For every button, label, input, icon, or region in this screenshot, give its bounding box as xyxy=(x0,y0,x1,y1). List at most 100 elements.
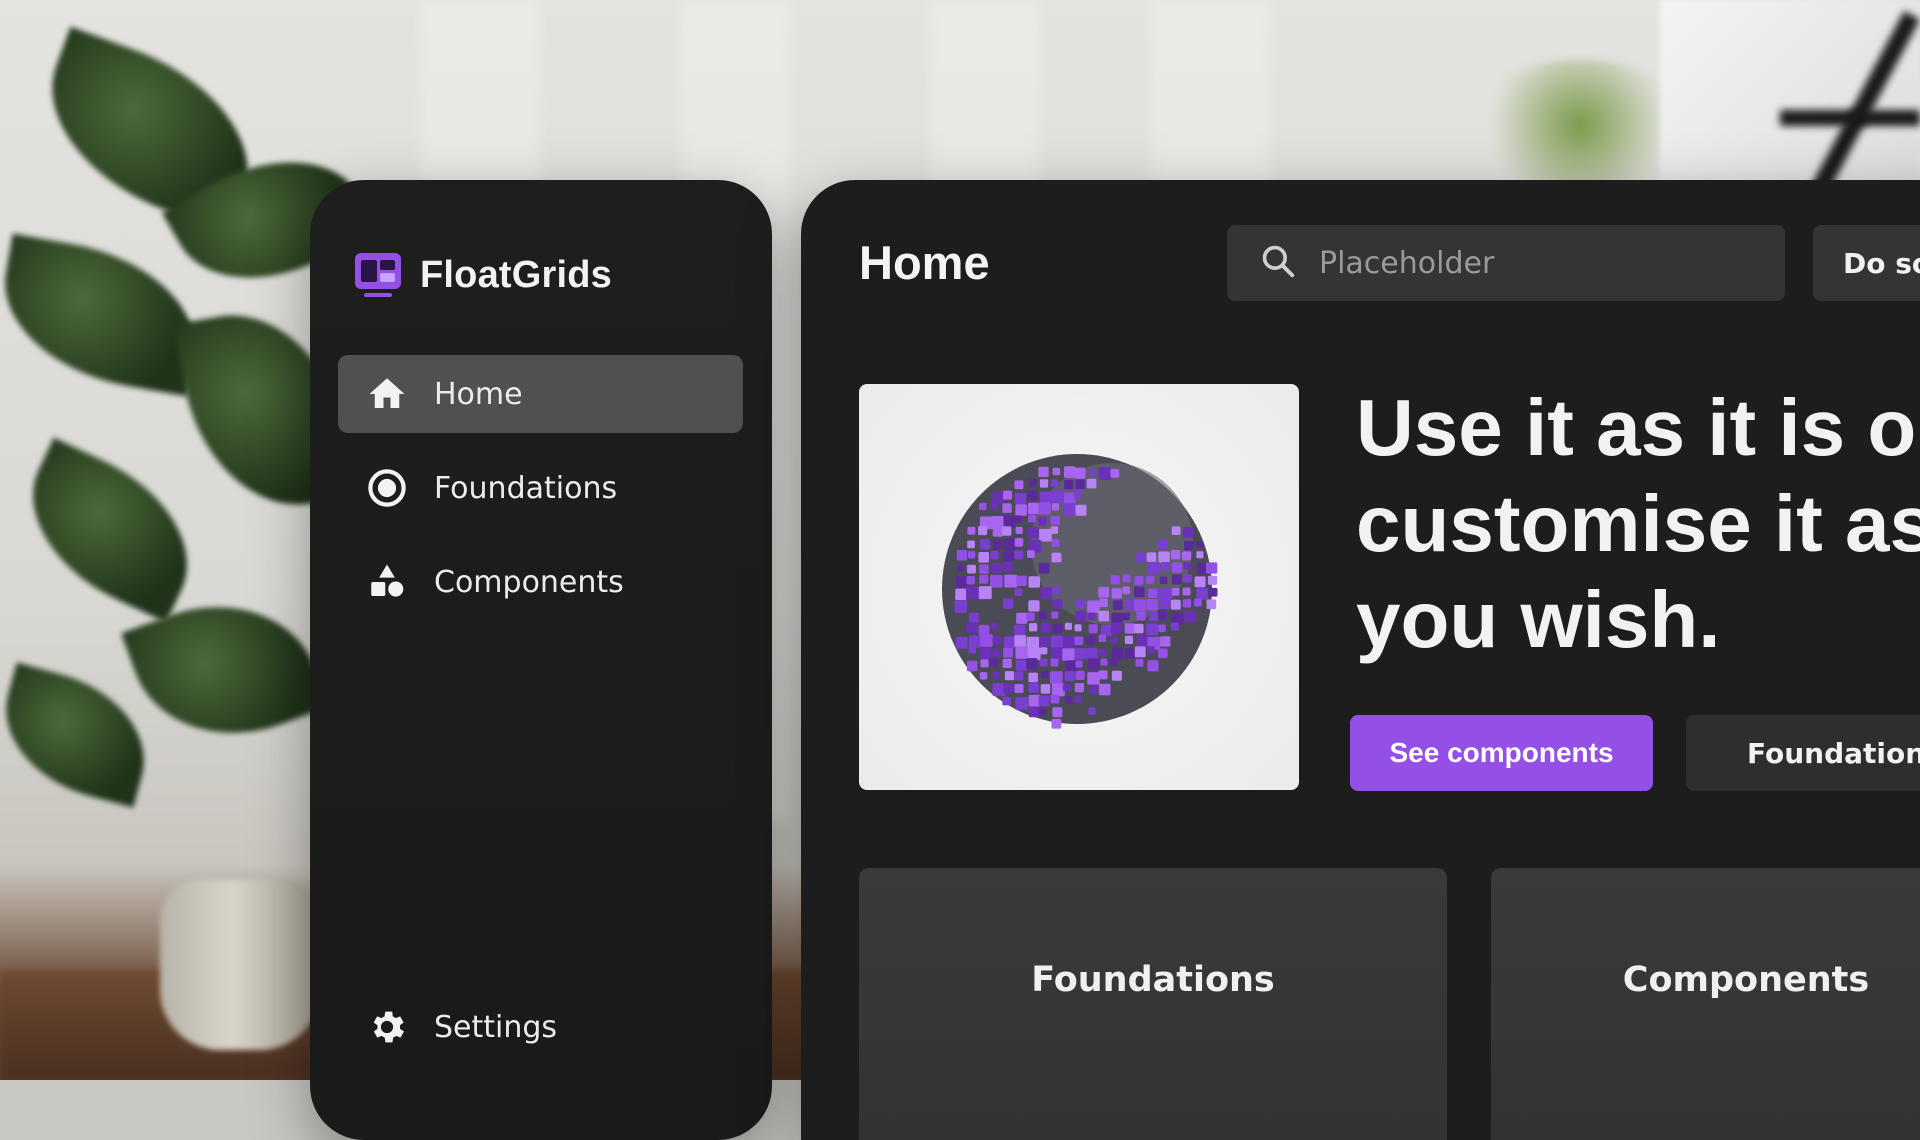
search-bar[interactable] xyxy=(1227,225,1785,301)
voxel-cube xyxy=(1026,550,1035,558)
foundations-button[interactable]: Foundations xyxy=(1686,715,1920,791)
voxel-cube xyxy=(1038,562,1050,574)
voxel-cube xyxy=(1146,646,1155,654)
hero-voxel-sphere-image xyxy=(859,384,1299,790)
voxel-cube xyxy=(1063,503,1077,516)
voxel-cube xyxy=(1170,622,1179,631)
voxel-cube xyxy=(1040,587,1053,600)
voxel-cube xyxy=(1135,658,1144,667)
brand[interactable]: FloatGrids xyxy=(352,250,612,300)
voxel-cube xyxy=(1015,659,1027,671)
voxel-cube xyxy=(1050,694,1060,704)
voxel-cube xyxy=(1098,610,1110,622)
voxel-cube xyxy=(1159,576,1168,584)
voxel-cube xyxy=(1074,490,1083,499)
voxel-cube xyxy=(1015,646,1029,659)
voxel-cube xyxy=(1086,478,1097,489)
voxel-cube xyxy=(1028,478,1037,487)
voxel-cube xyxy=(1074,683,1085,693)
voxel-cube xyxy=(1075,660,1083,668)
voxel-cube xyxy=(1052,586,1060,595)
voxel-cube xyxy=(1039,491,1052,504)
voxel-cube xyxy=(1050,490,1064,503)
voxel-cube xyxy=(1076,599,1085,609)
voxel-cube xyxy=(979,574,989,584)
voxel-cube xyxy=(1158,551,1170,563)
voxel-cube xyxy=(1050,479,1059,488)
hero-headline-line: customise it as xyxy=(1356,479,1920,568)
voxel-cube xyxy=(966,622,978,633)
voxel-cube xyxy=(1002,526,1012,536)
voxel-cube xyxy=(1182,599,1192,608)
voxel-cube xyxy=(1110,658,1118,667)
sidebar-item-home[interactable]: Home xyxy=(338,355,743,433)
voxel-cube xyxy=(992,636,1002,645)
voxel-cube xyxy=(1196,540,1204,549)
voxel-cube xyxy=(967,564,976,574)
voxel-cube xyxy=(967,526,976,535)
voxel-cube xyxy=(1183,527,1194,538)
voxel-cube xyxy=(1171,574,1182,585)
header-action-button[interactable]: Do so xyxy=(1813,225,1920,301)
voxel-cube xyxy=(1064,670,1075,681)
voxel-cube xyxy=(1003,551,1014,562)
voxel-cube xyxy=(1028,706,1040,718)
voxel-cube xyxy=(1194,598,1202,607)
voxel-cube xyxy=(1074,695,1082,703)
voxel-cube xyxy=(1038,695,1050,707)
voxel-cube xyxy=(1038,466,1049,478)
search-input[interactable] xyxy=(1317,244,1741,282)
voxel-cube xyxy=(1206,599,1217,610)
voxel-cube xyxy=(1003,562,1013,572)
voxel-cube xyxy=(979,539,990,550)
voxel-cube xyxy=(1146,575,1155,584)
voxel-cube xyxy=(1003,538,1016,551)
voxel-cube xyxy=(1158,648,1168,659)
components-card[interactable]: Components xyxy=(1491,868,1920,1140)
voxel-cube xyxy=(1040,622,1051,633)
voxel-cube xyxy=(1136,611,1146,621)
voxel-cube xyxy=(1028,694,1041,707)
voxel-cube xyxy=(968,612,979,623)
voxel-cube xyxy=(1051,552,1062,563)
sidebar-item-foundations[interactable]: Foundations xyxy=(338,449,743,527)
voxel-cube xyxy=(1110,622,1123,634)
voxel-cube xyxy=(1122,574,1131,583)
radio-target-icon xyxy=(366,467,408,509)
sidebar-item-components[interactable]: Components xyxy=(338,543,743,621)
voxel-cube xyxy=(1050,515,1060,526)
voxel-cube xyxy=(1098,648,1107,657)
voxel-cube xyxy=(1087,658,1100,670)
see-components-button[interactable]: See components xyxy=(1350,715,1653,791)
voxel-cube xyxy=(1064,622,1072,630)
voxel-cube xyxy=(1098,586,1110,598)
floatgrids-logo-icon xyxy=(352,250,404,300)
voxel-cube xyxy=(1014,635,1027,647)
voxel-cube xyxy=(1028,514,1036,523)
voxel-cube xyxy=(990,550,999,560)
voxel-cube xyxy=(1074,636,1084,646)
voxel-cube xyxy=(1052,467,1061,476)
voxel-cube xyxy=(968,635,982,648)
voxel-cube xyxy=(955,576,968,588)
voxel-cube xyxy=(1134,646,1146,658)
voxel-cube xyxy=(967,540,975,549)
voxel-cube xyxy=(1134,576,1144,586)
foundations-card[interactable]: Foundations xyxy=(859,868,1447,1140)
voxel-cube xyxy=(1111,647,1124,660)
voxel-cube xyxy=(1171,526,1181,536)
card-title: Foundations xyxy=(1031,960,1275,1000)
voxel-cube xyxy=(1159,598,1170,610)
voxel-cube xyxy=(1134,599,1146,612)
sidebar-item-settings[interactable]: Settings xyxy=(338,988,743,1066)
voxel-cube xyxy=(1003,490,1013,500)
voxel-cube xyxy=(1075,479,1086,489)
voxel-cube xyxy=(990,502,999,510)
voxel-cube xyxy=(1112,600,1123,611)
voxel-cube xyxy=(1050,658,1059,667)
voxel-cube xyxy=(992,648,1001,657)
voxel-cube xyxy=(1026,658,1038,670)
voxel-cube xyxy=(1003,515,1016,528)
voxel-cube xyxy=(978,552,990,563)
brand-name: FloatGrids xyxy=(420,253,613,296)
